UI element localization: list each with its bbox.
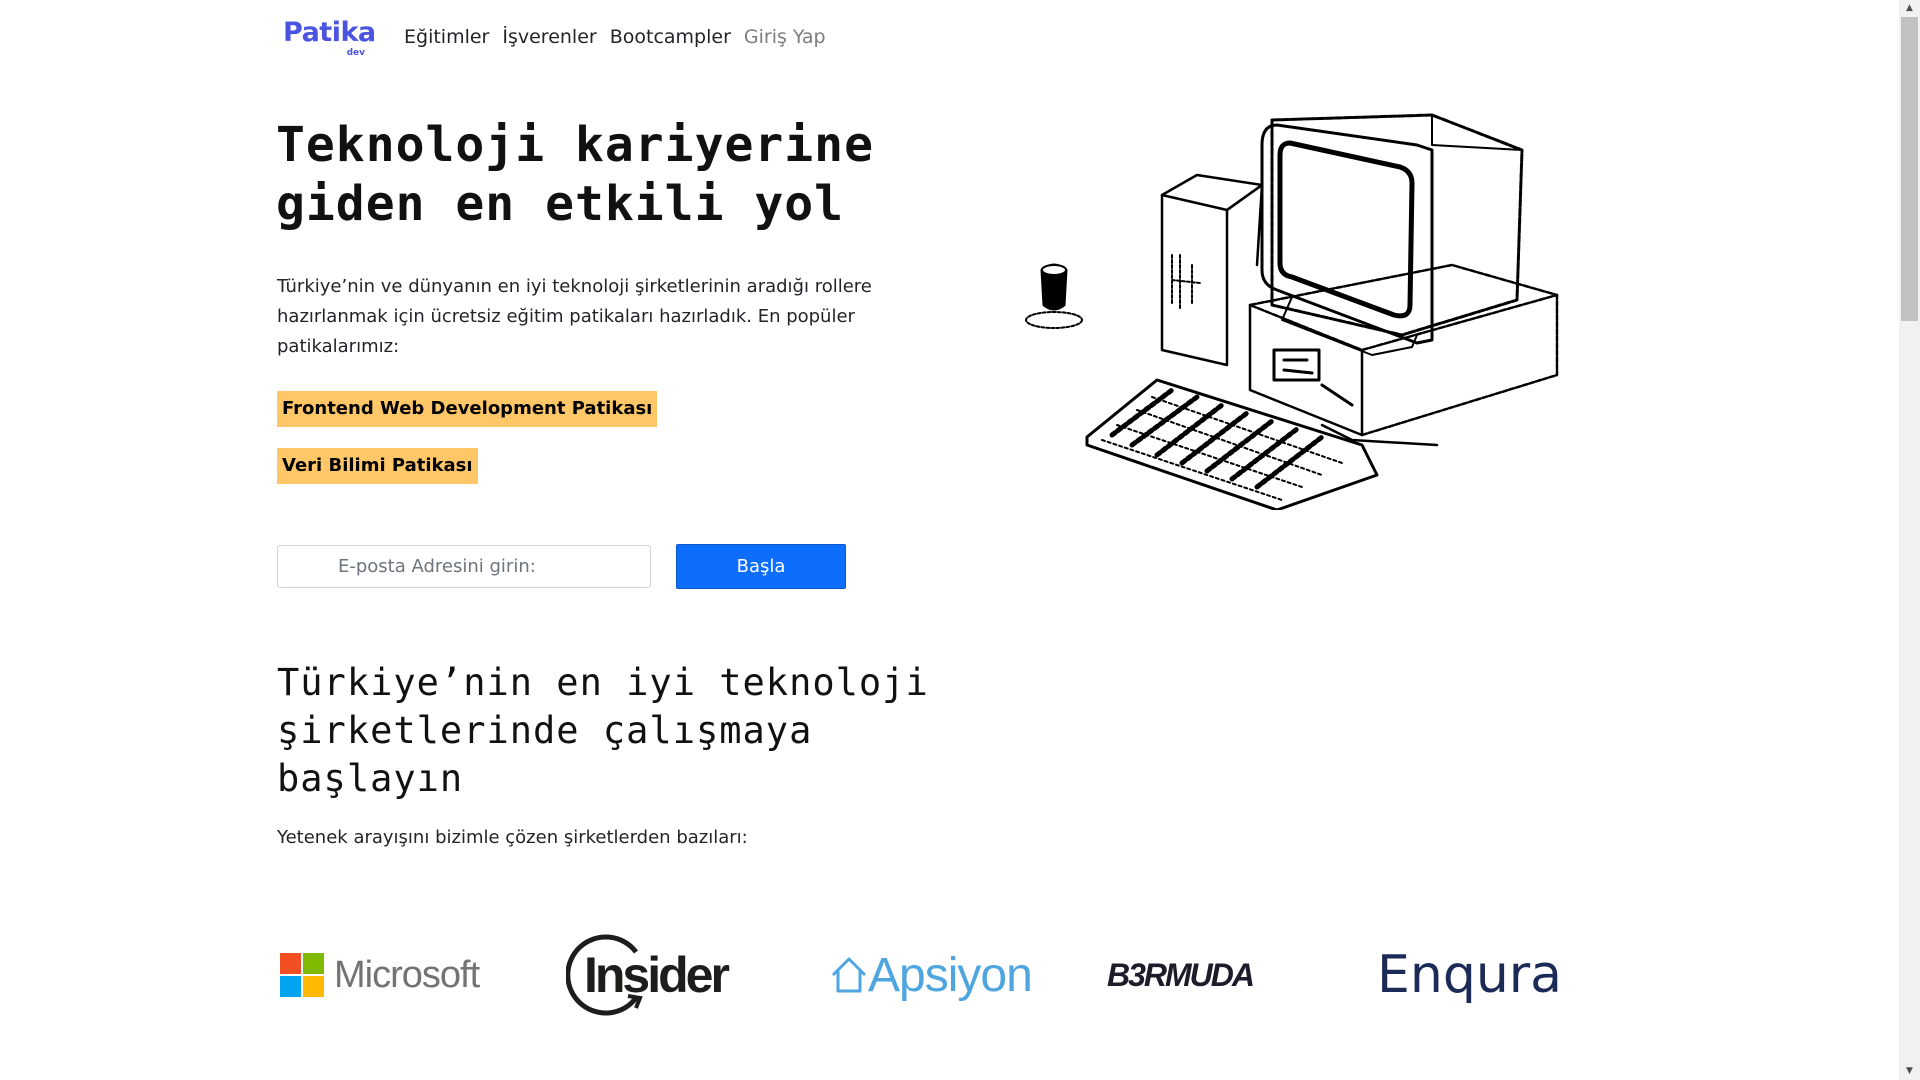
hero-title-line1: Teknoloji kariyerine bbox=[276, 117, 874, 173]
email-input[interactable] bbox=[277, 545, 651, 588]
insider-logo: Insider bbox=[566, 930, 730, 1020]
apsiyon-house-icon bbox=[831, 957, 867, 993]
frontend-path-button[interactable]: Frontend Web Development Patikası bbox=[277, 391, 658, 427]
nav-isverenler[interactable]: İşverenler bbox=[502, 26, 596, 48]
page-scrollbar[interactable]: ▲ ▼ bbox=[1899, 0, 1920, 1080]
nav-bootcampler[interactable]: Bootcampler bbox=[610, 26, 731, 48]
retro-computer-illustration-icon bbox=[1025, 113, 1559, 510]
companies-title: Türkiye’nin en iyi teknoloji şirketlerin… bbox=[277, 661, 929, 800]
companies-subtitle: Yetenek arayışını bizimle çözen şirketle… bbox=[277, 827, 748, 848]
enqura-logo: Enqura bbox=[1377, 930, 1562, 1020]
scroll-down-arrow-icon[interactable]: ▼ bbox=[1899, 1063, 1920, 1080]
microsoft-logo-text: Microsoft bbox=[334, 953, 480, 996]
patika-logo[interactable]: Patika dev bbox=[283, 17, 376, 59]
scrollbar-thumb[interactable] bbox=[1901, 17, 1918, 321]
enqura-logo-text: Enqura bbox=[1377, 945, 1563, 1005]
hero-title: Teknoloji kariyerine giden en etkili yol bbox=[276, 116, 916, 234]
nav-egitimler[interactable]: Eğitimler bbox=[404, 26, 489, 48]
scroll-up-arrow-icon[interactable]: ▲ bbox=[1899, 0, 1920, 17]
insider-ring-icon bbox=[566, 934, 643, 1016]
start-button[interactable]: Başla bbox=[676, 544, 846, 589]
page: Patika dev Eğitimler İşverenler Bootcamp… bbox=[0, 0, 1899, 1080]
apsiyon-logo-text: Apsiyon bbox=[868, 948, 1033, 1002]
hero-title-line2: giden en etkili yol bbox=[276, 176, 845, 232]
microsoft-logo: Microsoft bbox=[280, 930, 480, 1020]
nav-giris-yap[interactable]: Giriş Yap bbox=[744, 26, 826, 48]
logo-sub: dev bbox=[346, 48, 365, 58]
hero-description: Türkiye’nin ve dünyanın en iyi teknoloji… bbox=[277, 276, 872, 357]
main-nav: Eğitimler İşverenler Bootcampler Giriş Y… bbox=[404, 26, 826, 48]
bermuda-logo: B3RMUDA bbox=[1107, 930, 1255, 1020]
bermuda-logo-text: B3RMUDA bbox=[1107, 956, 1255, 993]
apsiyon-logo: Apsiyon bbox=[830, 930, 1033, 1020]
logo-name: Patika bbox=[283, 17, 376, 48]
data-science-path-button[interactable]: Veri Bilimi Patikası bbox=[277, 448, 478, 484]
microsoft-squares-icon bbox=[280, 953, 324, 997]
